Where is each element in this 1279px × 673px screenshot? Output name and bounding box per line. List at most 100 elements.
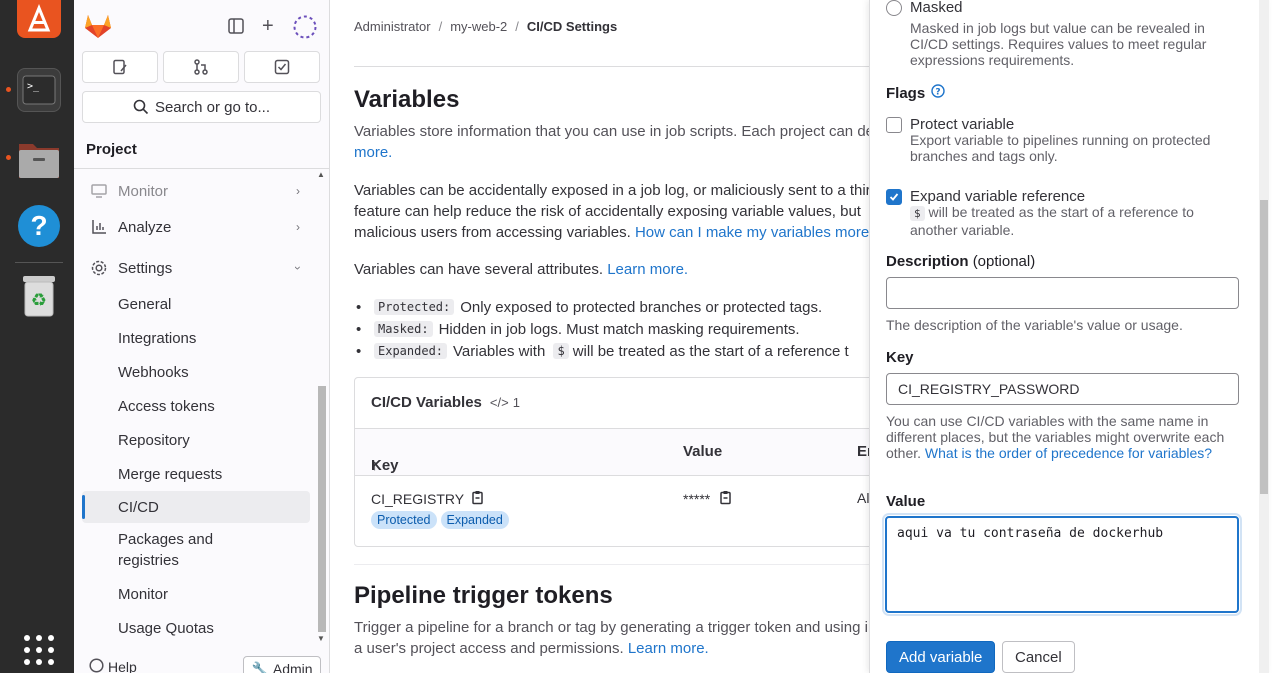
code-brackets-icon: </>	[489, 395, 509, 410]
breadcrumb: Administrator / my-web-2/CI/CD Settings	[354, 19, 618, 34]
arrow-up-icon: ↑	[371, 457, 379, 474]
gitlab-logo-icon[interactable]	[84, 13, 112, 42]
badge-protected: Protected	[371, 511, 437, 529]
sidebar-sub-usage-quotas[interactable]: Usage Quotas	[82, 612, 310, 644]
sidebar-item-monitor[interactable]: Monitor ›	[82, 175, 310, 207]
breadcrumb-item[interactable]: Administrator	[354, 19, 431, 34]
search-button[interactable]: Search or go to...	[82, 91, 321, 123]
running-indicator	[6, 155, 11, 160]
description-help: The description of the variable's value …	[886, 317, 1183, 333]
card-title: CI/CD Variables	[371, 394, 482, 411]
issues-button[interactable]	[82, 51, 158, 83]
variable-environment: Al	[857, 490, 870, 506]
copy-icon[interactable]	[720, 490, 733, 508]
drawer-scrollbar[interactable]	[1259, 0, 1269, 673]
pipeline-learn-more-link[interactable]: Learn more.	[628, 640, 709, 657]
description-label-text: Description	[886, 253, 969, 270]
expand-help-text: will be treated as the start of a refere…	[910, 204, 1194, 238]
sidebar-sub-webhooks[interactable]: Webhooks	[82, 356, 310, 388]
help-link[interactable]: Help	[89, 658, 137, 673]
attributes-learn-more-link[interactable]: Learn more.	[607, 261, 688, 278]
sidebar-toggle-icon[interactable]	[228, 18, 244, 37]
expand-variable-checkbox[interactable]	[886, 189, 902, 205]
cicd-variables-card: CI/CD Variables </> 1 Key ↑ Value Er CI_…	[354, 377, 870, 547]
user-avatar-icon[interactable]	[293, 15, 317, 42]
todos-button[interactable]	[244, 51, 320, 83]
help-icon[interactable]: ?	[17, 204, 61, 248]
svg-text:?: ?	[936, 88, 941, 98]
sidebar-sub-packages-registries[interactable]: Packages and registries	[82, 528, 232, 572]
sidebar-item-label: Settings	[118, 259, 173, 277]
create-new-icon[interactable]: +	[262, 16, 274, 36]
code-tag: Masked:	[374, 321, 433, 337]
merge-requests-button[interactable]	[163, 51, 239, 83]
scrollbar-thumb[interactable]	[318, 386, 326, 632]
svg-text:?: ?	[30, 210, 47, 241]
protect-variable-checkbox[interactable]	[886, 117, 902, 133]
flags-heading: Flags ?	[886, 84, 945, 102]
dock-separator	[15, 262, 63, 263]
precedence-link[interactable]: What is the order of precedence for vari…	[925, 445, 1212, 461]
attribute-text: Hidden in job logs. Must match masking r…	[438, 320, 800, 338]
add-variable-button[interactable]: Add variable	[886, 641, 996, 673]
variable-count: </> 1	[490, 395, 520, 410]
page-title: Variables	[354, 86, 460, 113]
svg-text:♻: ♻	[31, 290, 47, 311]
svg-text:>_: >_	[27, 81, 40, 92]
running-indicator	[6, 87, 11, 92]
attributes-intro: Variables can have several attributes. L…	[354, 259, 688, 280]
sidebar-sub-integrations[interactable]: Integrations	[82, 322, 310, 354]
sidebar-sub-general[interactable]: General	[82, 288, 310, 320]
sidebar-item-label: Monitor	[118, 182, 169, 200]
sidebar-sub-access-tokens[interactable]: Access tokens	[82, 390, 310, 422]
attribute-text: Variables with	[453, 342, 546, 360]
list-item: Protected: Only exposed to protected bran…	[356, 296, 849, 318]
copy-icon[interactable]	[472, 490, 485, 508]
sidebar-scrollbar[interactable]: ▲ ▼	[316, 170, 326, 648]
terminal-icon[interactable]: >_	[17, 68, 61, 112]
sidebar-sub-merge-requests[interactable]: Merge requests	[82, 458, 310, 490]
variable-key-cell: CI_REGISTRY	[371, 490, 485, 508]
merge-request-icon	[194, 59, 208, 75]
warning-line-1: Variables can be accidentally exposed in…	[354, 182, 870, 199]
sidebar-item-settings[interactable]: Settings ›	[82, 252, 310, 284]
sidebar-sub-cicd[interactable]: CI/CD	[82, 491, 310, 523]
list-item: Masked: Hidden in job logs. Must match ma…	[356, 318, 849, 340]
sidebar-sub-monitor[interactable]: Monitor	[82, 578, 310, 610]
sidebar-divider	[74, 168, 329, 169]
add-variable-drawer: Masked Masked in job logs but value can …	[869, 0, 1269, 673]
sidebar-sub-repository[interactable]: Repository	[82, 424, 310, 456]
key-help: You can use CI/CD variables with the sam…	[886, 413, 1236, 461]
cancel-button[interactable]: Cancel	[1002, 641, 1075, 673]
chart-icon	[90, 219, 108, 235]
admin-label: Admin	[272, 661, 313, 673]
question-circle-icon[interactable]: ?	[931, 84, 945, 102]
card-header: CI/CD Variables </> 1	[371, 394, 520, 411]
app-center-icon[interactable]	[17, 0, 61, 38]
trash-icon[interactable]: ♻	[17, 274, 61, 318]
protect-variables-link[interactable]: How can I make my variables more	[635, 224, 869, 241]
protect-variable-help: Export variable to pipelines running on …	[910, 132, 1211, 164]
admin-button[interactable]: 🔧 Admin	[243, 656, 321, 673]
sidebar-item-label: Analyze	[118, 218, 172, 236]
protect-variable-label: Protect variable	[910, 116, 1015, 133]
files-icon[interactable]	[17, 137, 61, 181]
code-tag: Expanded:	[374, 343, 448, 359]
masked-radio[interactable]	[886, 0, 902, 16]
value-textarea[interactable]: aqui va tu contraseña de dockerhub	[885, 516, 1239, 613]
breadcrumb-current[interactable]: CI/CD Settings	[527, 19, 617, 34]
description-input[interactable]	[886, 277, 1239, 309]
sidebar-item-analyze[interactable]: Analyze ›	[82, 211, 310, 243]
learn-more-link[interactable]: more.	[354, 142, 392, 163]
chevron-down-icon: ›	[291, 266, 305, 270]
scroll-up-arrow-icon[interactable]: ▲	[317, 170, 325, 179]
flags-label: Flags	[886, 84, 926, 102]
project-heading: Project	[86, 141, 137, 158]
warning-line-2: feature can help reduce the risk of acci…	[354, 203, 861, 220]
scrollbar-thumb[interactable]	[1260, 200, 1268, 494]
breadcrumb-item[interactable]: my-web-2	[450, 19, 507, 34]
pipeline-text: a user's project access and permissions.	[354, 640, 624, 657]
key-input[interactable]: CI_REGISTRY_PASSWORD	[886, 373, 1239, 405]
scroll-down-arrow-icon[interactable]: ▼	[317, 634, 325, 643]
show-apps-icon[interactable]	[17, 628, 61, 672]
